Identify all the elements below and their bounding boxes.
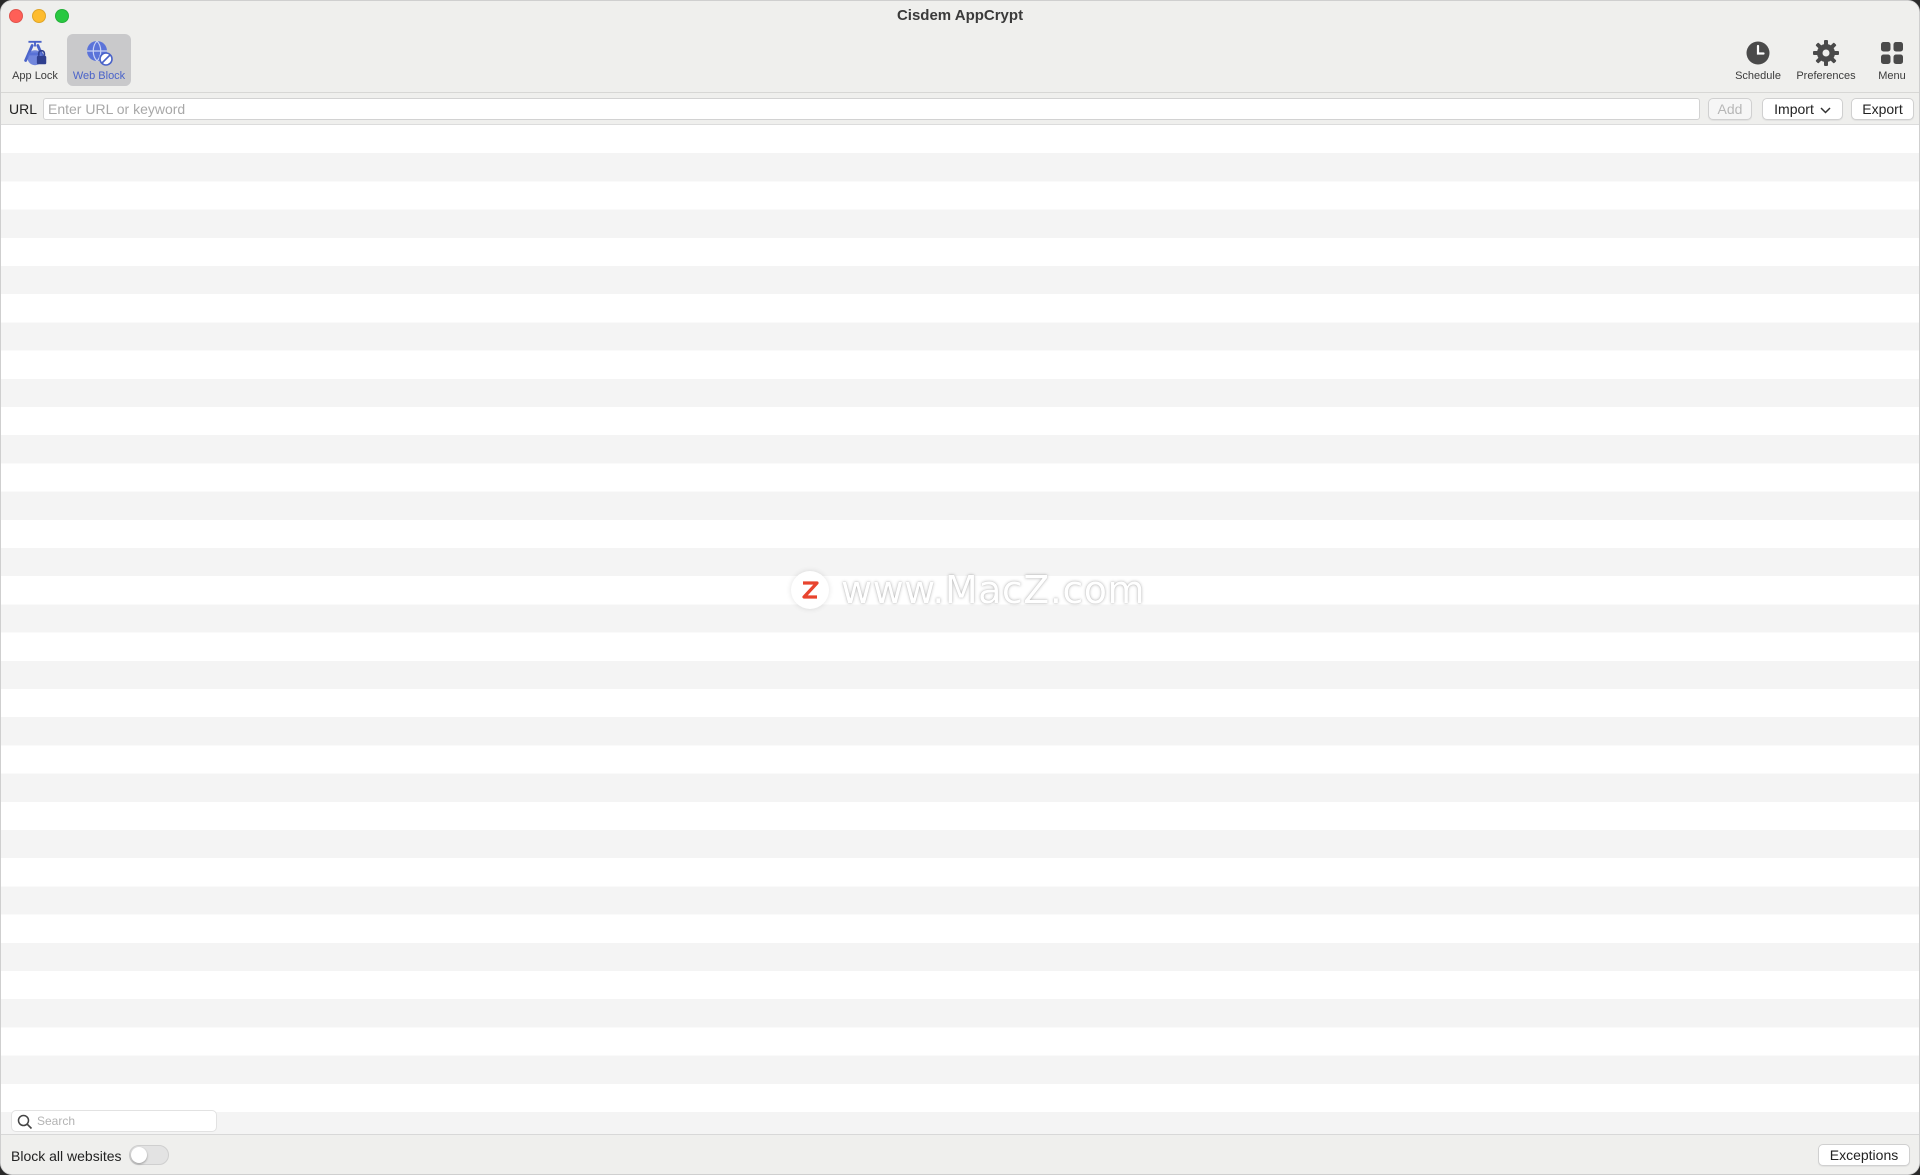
footer-bar: Block all websites Exceptions xyxy=(1,1134,1919,1174)
search-input[interactable] xyxy=(37,1113,213,1129)
watermark-text: www.MacZ.com xyxy=(841,568,1146,612)
preferences-label: Preferences xyxy=(1796,70,1856,82)
app-lock-icon xyxy=(20,38,50,68)
export-button[interactable]: Export xyxy=(1851,98,1914,120)
toggle-knob xyxy=(131,1147,147,1163)
menu-button[interactable]: Menu xyxy=(1860,34,1919,86)
clock-icon xyxy=(1743,38,1773,68)
blocked-websites-list[interactable] xyxy=(1,125,1919,1134)
schedule-label: Schedule xyxy=(1735,70,1781,82)
grid-icon xyxy=(1877,38,1907,68)
export-button-label: Export xyxy=(1862,101,1903,117)
titlebar: Cisdem AppCrypt App Lock Web Block Sched… xyxy=(1,1,1919,93)
schedule-button[interactable]: Schedule xyxy=(1726,34,1790,86)
chevron-down-icon xyxy=(1820,101,1831,117)
search-icon xyxy=(17,1114,33,1130)
list-search-field[interactable] xyxy=(11,1110,217,1132)
add-button-label: Add xyxy=(1717,101,1743,117)
import-button-label: Import xyxy=(1774,101,1814,117)
watermark: www.MacZ.com xyxy=(791,567,1145,613)
preferences-button[interactable]: Preferences xyxy=(1794,34,1858,86)
url-input[interactable] xyxy=(43,98,1700,120)
url-label: URL xyxy=(9,101,38,117)
window-title: Cisdem AppCrypt xyxy=(896,7,1024,24)
exceptions-button-label: Exceptions xyxy=(1829,1147,1899,1163)
web-block-icon xyxy=(84,38,114,68)
add-button[interactable]: Add xyxy=(1708,98,1752,120)
menu-label: Menu xyxy=(1878,70,1906,82)
import-button[interactable]: Import xyxy=(1762,98,1843,120)
block-all-toggle[interactable] xyxy=(129,1145,169,1165)
app-window: Cisdem AppCrypt App Lock Web Block Sched… xyxy=(0,0,1920,1175)
block-all-label: Block all websites xyxy=(11,1148,122,1164)
exceptions-button[interactable]: Exceptions xyxy=(1818,1144,1910,1166)
app-lock-label: App Lock xyxy=(12,70,58,82)
url-entry-bar: URL Add Import Export xyxy=(1,93,1919,125)
web-block-label: Web Block xyxy=(72,70,126,82)
gear-icon xyxy=(1811,38,1841,68)
tab-web-block[interactable]: Web Block xyxy=(67,34,131,86)
tab-app-lock[interactable]: App Lock xyxy=(3,34,67,86)
watermark-logo-icon xyxy=(791,571,829,609)
